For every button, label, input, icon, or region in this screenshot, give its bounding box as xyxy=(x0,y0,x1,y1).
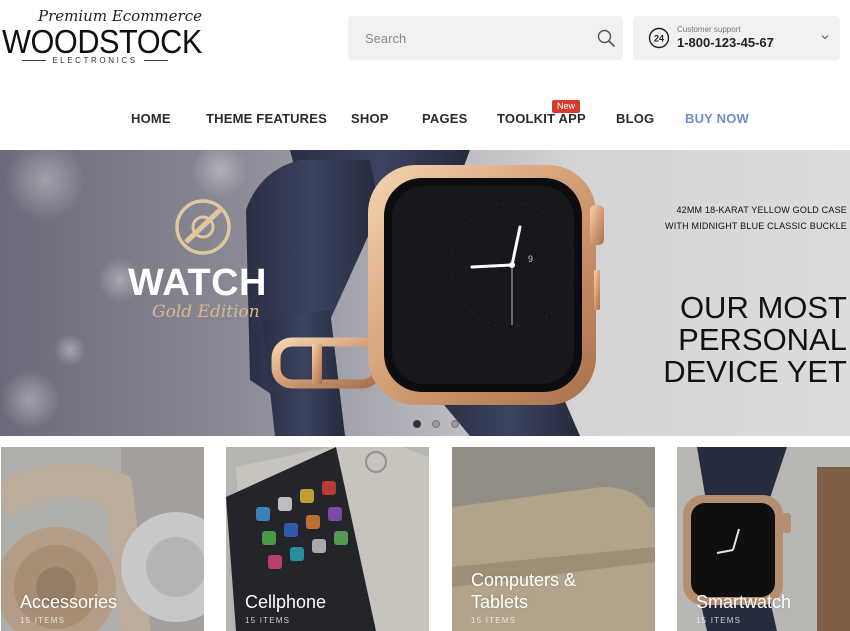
hero-brand-title: WATCH xyxy=(128,262,267,304)
category-count: 15 ITEMS xyxy=(471,616,517,625)
category-card-smartwatch[interactable]: Smartwatch 15 ITEMS xyxy=(677,447,850,631)
main-nav: HOME THEME FEATURES SHOP PAGES TOOLKIT A… xyxy=(0,100,850,132)
24h-support-icon: 24 xyxy=(648,27,670,49)
hero-caption-line: WITH MIDNIGHT BLUE CLASSIC BUCKLE xyxy=(665,221,847,231)
nav-buy-now[interactable]: BUY NOW xyxy=(685,111,749,126)
search-input[interactable] xyxy=(348,16,583,60)
chevron-down-icon[interactable] xyxy=(820,32,830,42)
category-card-computers-tablets[interactable]: Computers & Tablets 15 ITEMS xyxy=(452,447,655,631)
hero-caption: 42MM 18-KARAT YELLOW GOLD CASE WITH MIDN… xyxy=(665,202,847,234)
site-logo[interactable]: Premium Ecommerce WOODSTOCK ELECTRONICS xyxy=(0,4,202,70)
hero-caption-line: 42MM 18-KARAT YELLOW GOLD CASE xyxy=(676,205,847,215)
category-name: Accessories xyxy=(20,592,118,612)
category-count: 15 ITEMS xyxy=(245,616,291,625)
hero-edition-text: Gold Edition xyxy=(152,302,260,322)
support-phone: 1-800-123-45-67 xyxy=(677,35,774,50)
watch-brand-logo-icon xyxy=(175,199,231,255)
search-icon[interactable] xyxy=(597,29,615,47)
logo-divider xyxy=(22,60,47,61)
customer-support-box[interactable]: 24 Customer support 1-800-123-45-67 xyxy=(633,16,840,60)
support-label: Customer support xyxy=(677,25,741,34)
category-name: Computers & xyxy=(471,570,577,590)
logo-subline: ELECTRONICS xyxy=(22,56,168,65)
hero-slider[interactable]: 9 WATCH Gold Edition 42MM 18-KARAT YELLO… xyxy=(0,150,850,436)
nav-pages[interactable]: PAGES xyxy=(422,111,468,126)
hero-headline-line: PERSONAL xyxy=(678,322,847,357)
nav-home[interactable]: HOME xyxy=(131,111,171,126)
category-name: Tablets xyxy=(471,592,529,612)
hero-headline: OUR MOST PERSONAL DEVICE YET xyxy=(663,292,847,388)
nav-shop[interactable]: SHOP xyxy=(351,111,389,126)
slider-dot[interactable] xyxy=(451,420,459,428)
slider-dots xyxy=(413,420,459,428)
category-name: Cellphone xyxy=(245,592,327,612)
slider-dot[interactable] xyxy=(413,420,421,428)
nav-blog[interactable]: BLOG xyxy=(616,111,654,126)
nav-theme-features[interactable]: THEME FEATURES xyxy=(206,111,327,126)
new-badge: New xyxy=(552,100,581,113)
search-bar xyxy=(348,16,623,60)
hero-headline-line: DEVICE YET xyxy=(663,354,847,389)
logo-sub: ELECTRONICS xyxy=(52,56,138,65)
category-count: 15 ITEMS xyxy=(696,616,742,625)
svg-text:9: 9 xyxy=(528,254,533,264)
category-card-accessories[interactable]: Accessories 15 ITEMS xyxy=(1,447,204,631)
category-card-cellphone[interactable]: Cellphone 15 ITEMS xyxy=(226,447,429,631)
support-icon-text: 24 xyxy=(654,34,664,44)
nav-toolkit-app[interactable]: TOOLKIT APP xyxy=(497,111,586,126)
category-name: Smartwatch xyxy=(696,592,792,612)
slider-dot[interactable] xyxy=(432,420,440,428)
category-count: 15 ITEMS xyxy=(20,616,66,625)
logo-divider xyxy=(143,60,168,61)
hero-headline-line: OUR MOST xyxy=(679,290,847,325)
